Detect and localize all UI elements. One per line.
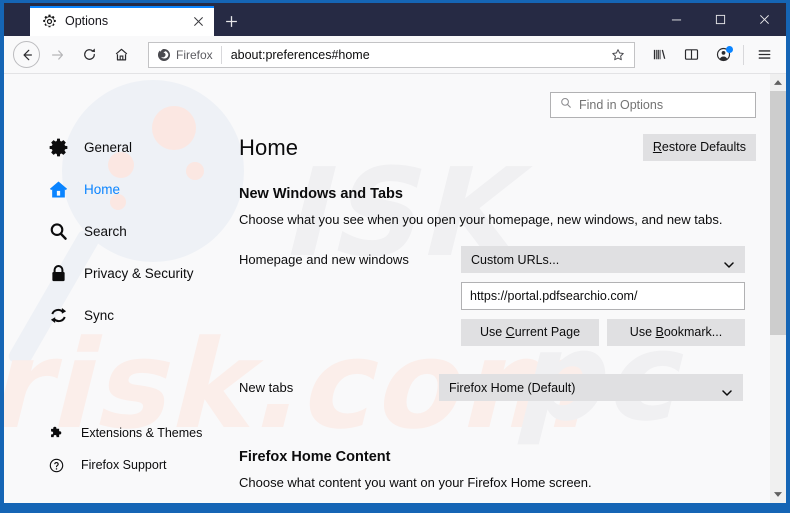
sidebar-item-search[interactable]: Search — [4, 210, 236, 252]
newtabs-controls: Firefox Home (Default) — [439, 374, 764, 401]
chevron-down-icon — [722, 385, 732, 399]
sidebar-bottom-group: Extensions & Themes Firefox Support — [4, 417, 236, 503]
restore-defaults-accesskey: R — [653, 140, 662, 154]
identity-box[interactable]: Firefox — [157, 46, 222, 64]
scroll-down-icon[interactable] — [770, 486, 786, 503]
title-bar: Options — [4, 3, 786, 36]
restore-defaults-button[interactable]: Restore Defaults — [643, 134, 756, 161]
account-notification-badge — [726, 46, 733, 53]
tabstrip-padding — [4, 3, 30, 36]
window-controls — [654, 3, 786, 36]
identity-label: Firefox — [176, 48, 213, 62]
sidebar-item-label: Home — [84, 182, 120, 197]
homepage-mode-value: Custom URLs... — [471, 253, 559, 267]
chevron-down-icon — [724, 257, 734, 271]
address-bar[interactable]: Firefox about:preferences#home — [148, 42, 635, 68]
use-bookmark-button[interactable]: Use Bookmark... — [607, 319, 745, 346]
sidebar-item-firefox-support[interactable]: Firefox Support — [4, 449, 236, 481]
homepage-label: Homepage and new windows — [239, 246, 461, 267]
use-current-page-accesskey: C — [506, 325, 515, 339]
use-bookmark-pre: Use — [630, 325, 656, 339]
sidebar-item-label: Extensions & Themes — [81, 426, 202, 440]
browser-tab-options[interactable]: Options — [30, 6, 214, 36]
sidebar-item-extensions-themes[interactable]: Extensions & Themes — [4, 417, 236, 449]
navigation-toolbar: Firefox about:preferences#home — [4, 36, 786, 74]
preferences-sidebar: General Home — [4, 74, 236, 503]
section-title-home-content: Firefox Home Content — [239, 449, 764, 465]
find-in-options-box[interactable]: Find in Options — [550, 92, 756, 118]
use-current-page-post: urrent Page — [515, 325, 580, 339]
restore-defaults-label: estore Defaults — [662, 140, 746, 154]
question-circle-icon — [48, 457, 64, 473]
newtabs-label: New tabs — [239, 374, 439, 395]
homepage-button-row: Use Current Page Use Bookmark... — [461, 319, 745, 346]
hamburger-menu-icon[interactable] — [749, 40, 779, 70]
preferences-layout: General Home — [4, 74, 786, 503]
preferences-content: ISK risk.com pc General — [4, 74, 786, 503]
use-bookmark-post: ookmark... — [664, 325, 722, 339]
homepage-mode-select[interactable]: Custom URLs... — [461, 246, 745, 273]
search-icon — [560, 96, 572, 114]
new-tab-button[interactable] — [214, 6, 248, 36]
homepage-row: Homepage and new windows Custom URLs... — [239, 246, 764, 346]
use-current-page-pre: Use — [480, 325, 506, 339]
scrollbar-thumb[interactable] — [770, 91, 786, 335]
sidebar-item-label: Privacy & Security — [84, 266, 194, 281]
tab-label: Options — [65, 14, 180, 28]
sidebar-item-label: Search — [84, 224, 127, 239]
content-scrollbar[interactable] — [770, 74, 786, 503]
search-input[interactable]: Find in Options — [579, 98, 663, 112]
homepage-url-input[interactable]: https://portal.pdfsearchio.com/ — [461, 282, 745, 310]
sidebar-item-general[interactable]: General — [4, 126, 236, 168]
gear-icon — [42, 14, 57, 29]
gear-icon — [48, 137, 68, 157]
browser-window: Options — [0, 0, 790, 513]
use-bookmark-accesskey: B — [656, 325, 664, 339]
minimize-button[interactable] — [654, 3, 698, 36]
newtabs-mode-value: Firefox Home (Default) — [449, 381, 575, 395]
account-icon[interactable] — [708, 40, 738, 70]
scroll-up-icon[interactable] — [770, 74, 786, 91]
lock-icon — [48, 263, 68, 283]
home-icon — [48, 179, 68, 199]
reload-icon[interactable] — [74, 40, 104, 70]
sidebar-item-label: Sync — [84, 308, 114, 323]
sidebar-item-label: General — [84, 140, 132, 155]
close-tab-icon[interactable] — [188, 11, 208, 31]
toolbar-separator — [743, 45, 744, 65]
sidebar-spacer — [4, 336, 236, 417]
maximize-button[interactable] — [698, 3, 742, 36]
back-icon[interactable] — [13, 41, 40, 68]
newtabs-mode-select[interactable]: Firefox Home (Default) — [439, 374, 743, 401]
sync-icon — [48, 305, 68, 325]
homepage-url-value: https://portal.pdfsearchio.com/ — [470, 289, 637, 303]
sidebar-icon[interactable] — [676, 40, 706, 70]
sidebar-item-sync[interactable]: Sync — [4, 294, 236, 336]
section-desc-new-windows: Choose what you see when you open your h… — [239, 212, 764, 227]
forward-icon — [42, 40, 72, 70]
use-current-page-button[interactable]: Use Current Page — [461, 319, 599, 346]
close-button[interactable] — [742, 3, 786, 36]
firefox-logo-icon — [157, 48, 171, 62]
magnifier-icon — [48, 221, 68, 241]
library-icon[interactable] — [644, 40, 674, 70]
sidebar-item-home[interactable]: Home — [4, 168, 236, 210]
section-title-new-windows: New Windows and Tabs — [239, 186, 764, 202]
section-desc-home-content: Choose what content you want on your Fir… — [239, 475, 764, 490]
sidebar-item-label: Firefox Support — [81, 458, 166, 472]
puzzle-icon — [48, 425, 64, 441]
sidebar-item-privacy-security[interactable]: Privacy & Security — [4, 252, 236, 294]
homepage-controls: Custom URLs... https://portal.pdfsearchi… — [461, 246, 764, 346]
url-text: about:preferences#home — [222, 48, 606, 62]
home-icon[interactable] — [106, 40, 136, 70]
star-icon[interactable] — [606, 44, 630, 66]
preferences-main: Find in Options Home Restore Defaults Ne… — [236, 74, 786, 503]
newtabs-row: New tabs Firefox Home (Default) — [239, 374, 764, 401]
page-title: Home — [239, 135, 298, 161]
